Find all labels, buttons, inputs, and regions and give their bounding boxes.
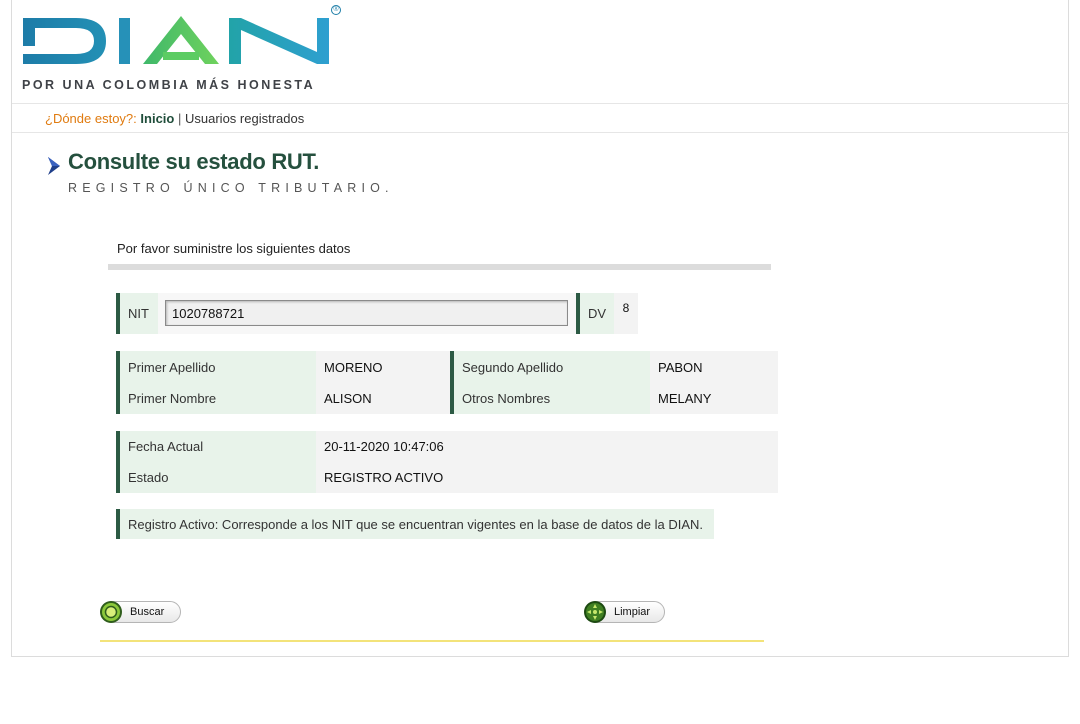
fecha-actual-label: Fecha Actual: [116, 431, 316, 462]
primer-apellido-value: MORENO: [316, 351, 450, 383]
registered-mark: ®: [331, 5, 341, 15]
page-title: Consulte su estado RUT.: [68, 149, 320, 174]
primer-nombre-value: ALISON: [316, 383, 450, 414]
nit-input[interactable]: [165, 300, 568, 326]
clear-button-label: Limpiar: [614, 606, 651, 618]
nit-label: NIT: [116, 293, 158, 334]
segundo-apellido-value: PABON: [650, 351, 778, 383]
chevron-right-icon: [48, 157, 60, 175]
breadcrumb-separator: |: [177, 111, 182, 126]
search-button[interactable]: Buscar: [100, 601, 181, 623]
breadcrumb: ¿Dónde estoy?: Inicio | Usuarios registr…: [45, 111, 304, 126]
page-subtitle: REGISTRO ÚNICO TRIBUTARIO.: [68, 181, 394, 195]
primer-nombre-label: Primer Nombre: [116, 383, 316, 414]
otros-nombres-value: MELANY: [650, 383, 778, 414]
estado-value: REGISTRO ACTIVO: [316, 462, 778, 493]
search-button-label: Buscar: [130, 606, 165, 618]
breadcrumb-home-link[interactable]: Inicio: [140, 111, 174, 126]
footer-divider: [100, 640, 764, 642]
section-divider: [108, 264, 771, 270]
breadcrumb-current: Usuarios registrados: [185, 111, 305, 126]
clear-icon: [584, 601, 606, 623]
estado-label: Estado: [116, 462, 316, 493]
dv-label: DV: [576, 293, 614, 334]
dv-value: 8: [614, 293, 638, 334]
fecha-actual-value: 20-11-2020 10:47:06: [316, 431, 778, 462]
clear-button[interactable]: Limpiar: [584, 601, 665, 623]
form-instructions: Por favor suministre los siguientes dato…: [117, 241, 351, 256]
logo-tagline: POR UNA COLOMBIA MÁS HONESTA: [22, 78, 316, 92]
segundo-apellido-label: Segundo Apellido: [450, 351, 650, 383]
otros-nombres-label: Otros Nombres: [450, 383, 650, 414]
search-icon: [100, 601, 122, 623]
breadcrumb-prompt: ¿Dónde estoy?:: [45, 111, 137, 126]
primer-apellido-label: Primer Apellido: [116, 351, 316, 383]
status-note: Registro Activo: Corresponde a los NIT q…: [116, 509, 714, 539]
